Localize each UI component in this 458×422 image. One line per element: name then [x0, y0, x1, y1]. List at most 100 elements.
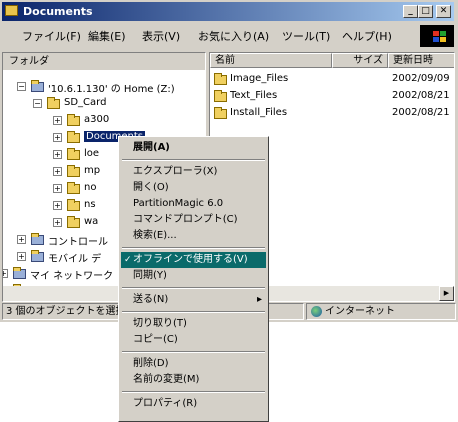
tree-item-label[interactable]: mp — [84, 165, 100, 176]
title-bar[interactable]: Documents _ □ ✕ — [2, 2, 454, 21]
menu-item-label: オフラインで使用する(V) — [133, 254, 248, 265]
folder-icon — [67, 182, 80, 194]
menu-item-label: エクスプローラ(X) — [133, 166, 218, 177]
file-row[interactable]: Text_Files 2002/08/21 — [210, 89, 454, 105]
context-menu-item[interactable]: 展開(A) — [121, 140, 266, 156]
folder-icon — [67, 165, 80, 177]
close-button[interactable]: ✕ — [436, 5, 451, 18]
context-menu-item[interactable]: 名前の変更(M) — [121, 372, 266, 388]
context-menu-item[interactable]: 開く(O) — [121, 180, 266, 196]
menu-separator — [122, 311, 265, 313]
menu-item-label: コマンドプロンプト(C) — [133, 214, 238, 225]
file-row[interactable]: Image_Files 2002/09/09 — [210, 72, 454, 88]
menu-item-label: 開く(O) — [133, 182, 169, 193]
menu-separator — [122, 287, 265, 289]
maximize-button[interactable]: □ — [418, 5, 433, 18]
menu-item-label: コピー(C) — [133, 334, 178, 345]
tree-item-label[interactable]: loe — [84, 148, 99, 159]
tree-item-label[interactable]: ns — [84, 199, 96, 210]
context-menu-item[interactable]: プロパティ(R) — [121, 396, 266, 412]
file-name: Install_Files — [230, 107, 288, 118]
column-header-modified[interactable]: 更新日時 — [388, 53, 454, 68]
tree-item-label[interactable]: コントロール — [48, 233, 108, 248]
menu-help[interactable]: ヘルプ(H) — [342, 28, 392, 44]
window-title: Documents — [23, 5, 93, 18]
tree-expander[interactable]: + — [17, 235, 26, 244]
folder-pane-header: フォルダ — [3, 53, 205, 70]
menu-item-label: 名前の変更(M) — [133, 374, 200, 385]
file-modified: 2002/09/09 — [392, 73, 450, 84]
file-modified: 2002/08/21 — [392, 90, 450, 101]
menu-view[interactable]: 表示(V) — [142, 28, 180, 44]
scroll-right-button[interactable]: ▶ — [439, 286, 454, 301]
tree-item-label[interactable]: a300 — [84, 114, 109, 125]
menu-tools[interactable]: ツール(T) — [282, 28, 330, 44]
minimize-button[interactable]: _ — [403, 5, 418, 18]
tree-expander[interactable]: − — [33, 99, 42, 108]
context-menu-item[interactable]: 送る(N) ▸ — [121, 292, 266, 308]
folder-icon — [214, 90, 227, 102]
menu-item-label: PartitionMagic 6.0 — [133, 198, 224, 209]
tree-expander[interactable]: + — [53, 184, 62, 193]
tree-expander[interactable]: + — [53, 167, 62, 176]
folder-icon — [67, 199, 80, 211]
tree-item-label[interactable]: wa — [84, 216, 98, 227]
windows-logo-icon — [420, 25, 454, 47]
tree-expander[interactable]: + — [17, 252, 26, 261]
menu-edit[interactable]: 編集(E) — [88, 28, 126, 44]
tree-expander[interactable]: + — [53, 201, 62, 210]
zone-label: インターネット — [325, 306, 395, 317]
tree-item-label[interactable]: SD_Card — [64, 97, 106, 108]
menu-item-label: 削除(D) — [133, 358, 169, 369]
context-menu-item[interactable]: PartitionMagic 6.0 — [121, 196, 266, 212]
tree-item-label[interactable]: no — [84, 182, 96, 193]
tree-item-label[interactable]: '10.6.1.130' の Home (Z:) — [48, 80, 175, 95]
context-menu-item[interactable]: 検索(E)... — [121, 228, 266, 244]
tree-item-label[interactable]: マイ ネットワーク — [30, 267, 113, 282]
mobile-device-icon — [31, 250, 44, 262]
tree-expander[interactable]: + — [53, 150, 62, 159]
menu-separator — [122, 351, 265, 353]
context-menu: 展開(A) エクスプローラ(X) 開く(O) PartitionMagic 6.0 コマ… — [118, 136, 269, 422]
network-places-icon — [13, 267, 26, 279]
column-header-size[interactable]: サイズ — [332, 53, 388, 68]
file-name: Text_Files — [230, 90, 278, 101]
zone-panel: インターネット — [306, 303, 456, 320]
folder-icon — [214, 73, 227, 85]
tree-expander[interactable]: + — [53, 133, 62, 142]
context-menu-item[interactable]: エクスプローラ(X) — [121, 164, 266, 180]
context-menu-item[interactable]: コピー(C) — [121, 332, 266, 348]
tree-expander[interactable]: − — [17, 82, 26, 91]
tree-item-label[interactable]: モバイル デ — [48, 250, 101, 265]
tree-expander[interactable]: + — [3, 269, 8, 278]
control-panel-icon — [31, 233, 44, 245]
folder-icon — [214, 107, 227, 119]
menu-bar: ファイル(F) 編集(E) 表示(V) お気に入り(A) ツール(T) ヘルプ(… — [0, 24, 458, 46]
menu-separator — [122, 247, 265, 249]
context-menu-item[interactable]: 削除(D) — [121, 356, 266, 372]
context-menu-item[interactable]: 切り取り(T) — [121, 316, 266, 332]
file-modified: 2002/08/21 — [392, 107, 450, 118]
context-menu-item[interactable]: コマンドプロンプト(C) — [121, 212, 266, 228]
check-icon: ✓ — [124, 255, 132, 265]
menu-item-label: プロパティ(R) — [133, 398, 198, 409]
menu-item-label: 同期(Y) — [133, 270, 167, 281]
menu-favorites[interactable]: お気に入り(A) — [198, 28, 269, 44]
context-menu-item[interactable]: オフラインで使用する(V) ✓ — [121, 252, 266, 268]
menu-separator — [122, 391, 265, 393]
network-drive-icon — [31, 80, 44, 92]
tree-expander[interactable]: + — [53, 116, 62, 125]
file-row[interactable]: Install_Files 2002/08/21 — [210, 106, 454, 122]
column-header-name[interactable]: 名前 — [210, 53, 332, 68]
menu-item-label: 送る(N) — [133, 294, 169, 305]
file-name: Image_Files — [230, 73, 289, 84]
menu-item-label: 展開(A) — [133, 142, 170, 153]
menu-item-label: 検索(E)... — [133, 230, 177, 241]
folder-icon — [67, 114, 80, 126]
menu-file[interactable]: ファイル(F) — [22, 28, 81, 44]
folder-icon — [47, 97, 60, 109]
context-menu-item[interactable]: 同期(Y) — [121, 268, 266, 284]
folder-icon — [67, 131, 80, 143]
tree-expander[interactable]: + — [53, 218, 62, 227]
menu-item-label: 切り取り(T) — [133, 318, 187, 329]
